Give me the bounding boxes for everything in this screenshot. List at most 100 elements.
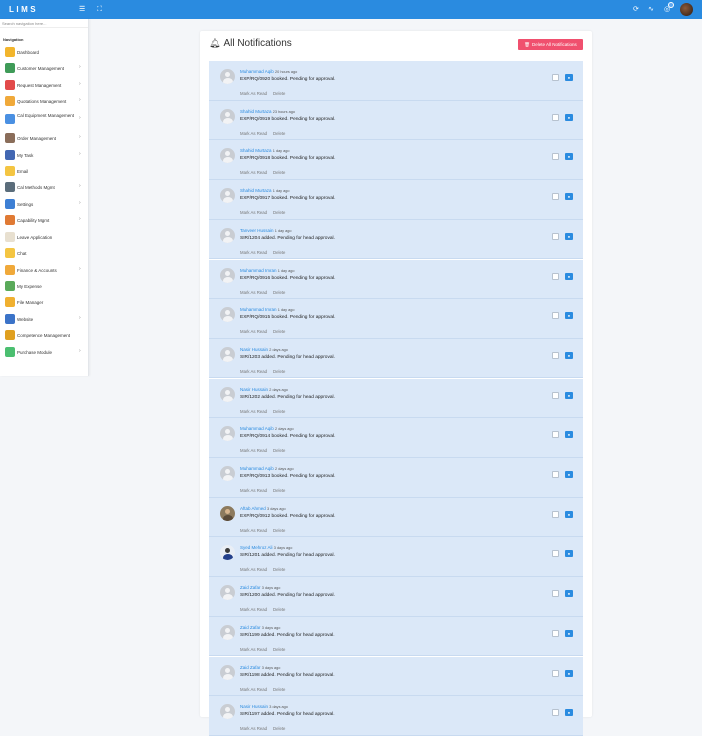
notification-item[interactable]: Nasir Hussain 3 days ago SIR/1197 added. … — [209, 696, 583, 736]
delete-link[interactable]: Delete — [273, 369, 285, 374]
sidebar-item-my-expense[interactable]: My Expense — [0, 281, 89, 291]
fullscreen-icon[interactable]: ⛶ — [97, 5, 102, 14]
delete-link[interactable]: Delete — [273, 687, 285, 692]
view-icon[interactable]: ● — [565, 113, 573, 121]
view-icon[interactable]: ● — [565, 351, 573, 359]
sender-name[interactable]: Syed Mehroz Ali — [240, 545, 273, 550]
notification-item[interactable]: Shahid Murtaza 1 day ago EXP/RQ/0917 book… — [209, 180, 583, 220]
sidebar-item-cal-methods-mgmt[interactable]: Cal Methods Mgmt › — [0, 182, 89, 192]
sender-name[interactable]: Shahid Murtaza — [240, 148, 272, 153]
refresh-icon[interactable]: ⟳ — [633, 5, 639, 14]
sidebar-item-settings[interactable]: Settings › — [0, 199, 89, 209]
notification-item[interactable]: Muhammad Imran 1 day ago EXP/RQ/0915 book… — [209, 299, 583, 339]
sidebar-item-dashboard[interactable]: Dashboard — [0, 47, 89, 57]
view-icon[interactable]: ● — [565, 709, 573, 717]
notification-item[interactable]: Muhammad Imran 1 day ago EXP/RQ/0916 book… — [209, 259, 583, 299]
select-checkbox[interactable] — [552, 351, 559, 359]
delete-link[interactable]: Delete — [273, 567, 285, 572]
mark-as-read-link[interactable]: Mark As Read — [240, 607, 267, 612]
sidebar-item-competence-management[interactable]: Competence Management — [0, 330, 89, 340]
delete-link[interactable]: Delete — [273, 210, 285, 215]
sidebar-item-request-management[interactable]: Request Management › — [0, 80, 89, 90]
select-checkbox[interactable] — [552, 510, 559, 518]
delete-link[interactable]: Delete — [273, 726, 285, 731]
select-checkbox[interactable] — [552, 471, 559, 478]
view-icon[interactable]: ● — [565, 669, 573, 677]
menu-toggle-icon[interactable]: ☰ — [79, 5, 85, 14]
notification-item[interactable]: Aftab Ahmed 3 days ago EXP/RQ/0912 booked… — [209, 497, 583, 538]
sender-name[interactable]: Muhammad Imran — [240, 268, 277, 273]
notification-item[interactable]: Tanveer Hussain 1 day ago SIR/1204 added.… — [209, 219, 583, 260]
view-icon[interactable]: ● — [565, 510, 573, 518]
delete-link[interactable]: Delete — [273, 647, 285, 652]
sender-name[interactable]: Nasir Hussain — [240, 347, 268, 352]
sidebar-item-chat[interactable]: Chat — [0, 248, 89, 258]
view-icon[interactable]: ● — [565, 193, 573, 201]
mark-as-read-link[interactable]: Mark As Read — [240, 170, 267, 175]
view-icon[interactable]: ● — [565, 431, 573, 439]
notification-item[interactable]: Muhammad Aqib 2 days ago EXP/RQ/0913 book… — [209, 458, 583, 498]
sender-name[interactable]: Zaid Zafar — [240, 665, 261, 670]
notification-item[interactable]: Nasir Hussain 2 days ago SIR/1202 added. … — [209, 378, 583, 419]
mark-as-read-link[interactable]: Mark As Read — [240, 488, 267, 493]
notification-item[interactable]: Zaid Zafar 3 days ago SIR/1198 added. Pen… — [209, 656, 583, 696]
delete-link[interactable]: Delete — [273, 409, 285, 414]
view-icon[interactable]: ● — [565, 590, 573, 598]
view-icon[interactable]: ● — [565, 232, 573, 240]
delete-link[interactable]: Delete — [273, 329, 285, 334]
sidebar-item-order-management[interactable]: Order Management › — [0, 133, 89, 143]
mark-as-read-link[interactable]: Mark As Read — [240, 210, 267, 215]
notification-item[interactable]: Zaid Zafar 3 days ago SIR/1199 added. Pen… — [209, 616, 583, 657]
mark-as-read-link[interactable]: Mark As Read — [240, 369, 267, 374]
select-checkbox[interactable] — [552, 272, 559, 280]
notification-item[interactable]: Muhammad Aqib 20 hours ago EXP/RQ/0920 bo… — [209, 61, 583, 101]
delete-link[interactable]: Delete — [273, 607, 285, 612]
view-icon[interactable]: ● — [565, 629, 573, 637]
app-logo[interactable]: LIMS — [0, 0, 89, 19]
select-checkbox[interactable] — [552, 74, 559, 81]
view-icon[interactable]: ● — [565, 312, 573, 320]
sidebar-item-finance-accounts[interactable]: Finance & Accounts › — [0, 265, 89, 275]
sidebar-item-email[interactable]: Email — [0, 166, 89, 176]
sidebar-item-my-task[interactable]: My Task › — [0, 150, 89, 160]
sidebar-item-website[interactable]: Website › — [0, 314, 89, 324]
mark-as-read-link[interactable]: Mark As Read — [240, 647, 267, 652]
notification-item[interactable]: Muhammad Aqib 2 days ago EXP/RQ/0914 book… — [209, 418, 583, 458]
sender-name[interactable]: Muhammad Aqib — [240, 466, 274, 471]
view-icon[interactable]: ● — [565, 391, 573, 399]
select-checkbox[interactable] — [552, 590, 559, 598]
select-checkbox[interactable] — [552, 629, 559, 637]
view-icon[interactable]: ● — [565, 550, 573, 558]
mark-as-read-link[interactable]: Mark As Read — [240, 567, 267, 572]
sidebar-item-cal-equipment-management[interactable]: Cal Equipment Management › — [0, 113, 89, 124]
mark-as-read-link[interactable]: Mark As Read — [240, 131, 267, 136]
sidebar-item-purchase-module[interactable]: Purchase Module › — [0, 347, 89, 357]
delete-link[interactable]: Delete — [273, 91, 285, 96]
view-icon[interactable]: ● — [565, 74, 573, 81]
view-icon[interactable]: ● — [565, 471, 573, 478]
select-checkbox[interactable] — [552, 550, 559, 558]
mark-as-read-link[interactable]: Mark As Read — [240, 687, 267, 692]
sidebar-item-quotations-management[interactable]: Quotations Management › — [0, 96, 89, 106]
notification-item[interactable]: Zaid Zafar 3 days ago SIR/1200 added. Pen… — [209, 577, 583, 617]
sidebar-item-file-manager[interactable]: File Manager — [0, 297, 89, 307]
select-checkbox[interactable] — [552, 193, 559, 201]
select-checkbox[interactable] — [552, 312, 559, 320]
mark-as-read-link[interactable]: Mark As Read — [240, 528, 267, 533]
delete-link[interactable]: Delete — [273, 170, 285, 175]
notification-item[interactable]: Shahid Murtaza 1 day ago EXP/RQ/0918 book… — [209, 140, 583, 180]
delete-link[interactable]: Delete — [273, 528, 285, 533]
select-checkbox[interactable] — [552, 153, 559, 161]
notification-item[interactable]: Syed Mehroz Ali 3 days ago SIR/1201 added… — [209, 537, 583, 577]
select-checkbox[interactable] — [552, 391, 559, 399]
mark-as-read-link[interactable]: Mark As Read — [240, 91, 267, 96]
search-input[interactable]: Search navigation here... — [0, 19, 88, 28]
sender-name[interactable]: Zaid Zafar — [240, 585, 261, 590]
sender-name[interactable]: Muhammad Aqib — [240, 69, 274, 74]
delete-link[interactable]: Delete — [273, 290, 285, 295]
user-avatar[interactable] — [680, 3, 693, 16]
sender-name[interactable]: Aftab Ahmed — [240, 506, 266, 511]
notification-item[interactable]: Nasir Hussain 2 days ago SIR/1203 added. … — [209, 338, 583, 379]
delete-all-notifications-button[interactable]: 🗑︎ Delete All Notifications — [518, 39, 583, 50]
sender-name[interactable]: Muhammad Imran — [240, 307, 277, 312]
